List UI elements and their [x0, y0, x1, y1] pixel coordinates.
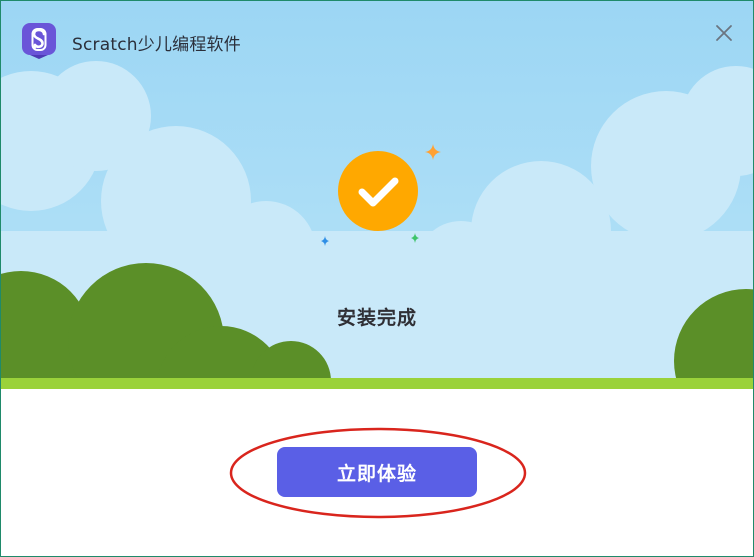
installer-window: Scratch少儿编程软件 安装完成 立即体验	[0, 0, 754, 557]
install-complete-text: 安装完成	[336, 307, 417, 329]
scratch-logo-icon	[22, 23, 56, 59]
start-now-button[interactable]: 立即体验	[277, 447, 477, 497]
checkmark-icon	[321, 144, 441, 246]
app-title: Scratch少儿编程软件	[72, 35, 241, 55]
header-illustration: Scratch少儿编程软件 安装完成	[1, 1, 753, 389]
close-icon[interactable]	[711, 20, 737, 46]
